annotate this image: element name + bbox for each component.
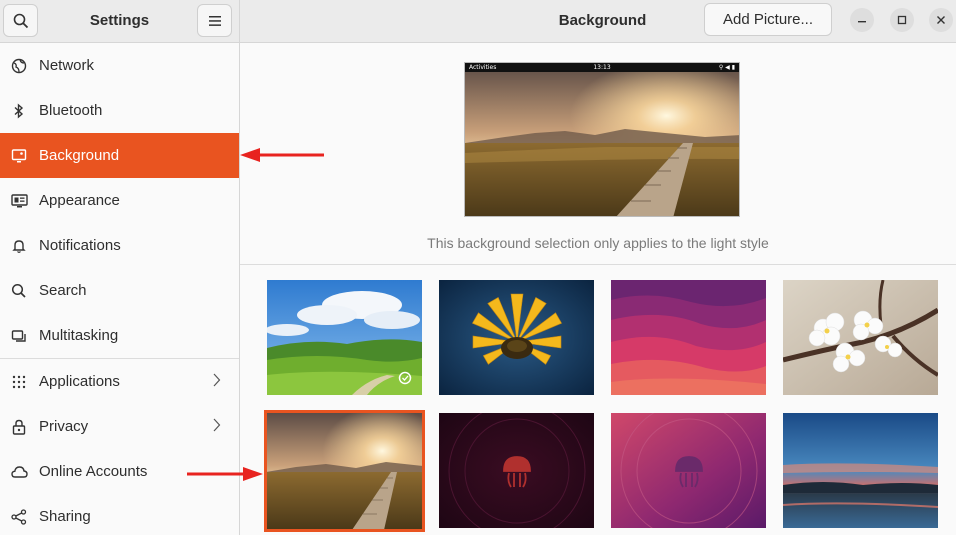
preview-wallpaper-image [465, 63, 739, 216]
appearance-icon [10, 192, 28, 210]
chevron-right-icon [213, 418, 221, 432]
jellyfish-dark-image [439, 413, 594, 528]
sidebar-item-label: Multitasking [39, 327, 119, 344]
sidebar-item-label: Notifications [39, 237, 121, 254]
close-button[interactable] [929, 8, 953, 32]
sidebar-item-label: Bluetooth [39, 102, 103, 119]
purple-waves-image [611, 280, 766, 395]
sidebar-header: Settings [0, 0, 239, 43]
sidebar-item-label: Background [39, 147, 120, 164]
background-preview-area: Activities 13:13 ⚲ ◀ ▮ This background s… [240, 43, 956, 265]
lake-sunset-image [783, 413, 938, 528]
bluetooth-icon [10, 102, 28, 120]
main-header: Background Add Picture... [240, 0, 956, 43]
wallpaper-thumb-yellow-flower[interactable] [439, 280, 594, 395]
sidebar-item-background[interactable]: Background [0, 133, 239, 178]
background-icon [10, 147, 28, 165]
apps-grid-icon [10, 373, 28, 391]
sidebar-item-network[interactable]: Network [0, 43, 239, 88]
page-title: Background [558, 12, 647, 29]
wallpaper-thumb-purple-waves[interactable] [611, 280, 766, 395]
wallpaper-thumb-lake-sunset[interactable] [783, 413, 938, 528]
annotation-arrow-icon [187, 467, 263, 481]
sidebar-item-label: Network [39, 57, 95, 74]
cloud-icon [10, 463, 28, 481]
sidebar-item-search[interactable]: Search [0, 268, 239, 313]
sidebar-item-multitasking[interactable]: Multitasking [0, 313, 239, 358]
sidebar-item-label: Sharing [39, 508, 91, 525]
hamburger-icon [208, 15, 221, 26]
sidebar-item-appearance[interactable]: Appearance [0, 178, 239, 223]
maximize-button[interactable] [890, 8, 914, 32]
sidebar-item-bluetooth[interactable]: Bluetooth [0, 88, 239, 133]
golden-field-sunset-image [266, 412, 423, 530]
wallpaper-thumb-jellyfish-dark[interactable] [439, 413, 594, 528]
share-icon [10, 508, 28, 526]
preview-system-icons: ⚲ ◀ ▮ [718, 64, 735, 71]
sidebar-item-privacy[interactable]: Privacy [0, 404, 239, 449]
preview-topbar: Activities 13:13 ⚲ ◀ ▮ [465, 63, 739, 72]
chevron-right-icon [213, 373, 221, 387]
minimize-icon [858, 21, 866, 23]
maximize-icon [897, 15, 907, 25]
add-picture-button[interactable]: Add Picture... [704, 3, 832, 36]
sidebar-item-label: Search [39, 282, 87, 299]
wallpaper-thumb-golden-field-sunset[interactable] [264, 410, 425, 532]
sidebar-item-label: Online Accounts [39, 463, 148, 480]
sidebar-item-sharing[interactable]: Sharing [0, 494, 239, 535]
close-icon [937, 16, 945, 24]
wallpaper-thumb-jellyfish-purple[interactable] [611, 413, 766, 528]
bell-icon [10, 237, 28, 255]
preview-caption: This background selection only applies t… [427, 235, 769, 251]
sidebar-item-label: Applications [39, 373, 120, 390]
white-blossoms-image [783, 280, 938, 395]
lock-icon [10, 418, 28, 436]
green-hills-image [267, 280, 422, 395]
wallpaper-thumb-green-hills[interactable] [267, 280, 422, 395]
desktop-preview: Activities 13:13 ⚲ ◀ ▮ [464, 62, 740, 217]
sidebar-list: Network Bluetooth Background Appearance … [0, 43, 239, 535]
menu-button[interactable] [197, 4, 232, 37]
sidebar-item-label: Privacy [39, 418, 89, 435]
network-icon [10, 57, 28, 75]
wallpaper-thumb-white-blossoms[interactable] [783, 280, 938, 395]
sidebar: Settings Network Bluetooth Background Ap… [0, 0, 240, 535]
sidebar-item-label: Appearance [39, 192, 120, 209]
wallpaper-grid [240, 266, 956, 535]
search-icon [10, 282, 28, 300]
yellow-flower-image [439, 280, 594, 395]
sidebar-item-applications[interactable]: Applications [0, 359, 239, 404]
multitasking-icon [10, 327, 28, 345]
minimize-button[interactable] [850, 8, 874, 32]
jellyfish-purple-image [611, 413, 766, 528]
annotation-arrow-icon [240, 148, 324, 162]
preview-clock: 13:13 [593, 64, 611, 71]
sidebar-item-notifications[interactable]: Notifications [0, 223, 239, 268]
